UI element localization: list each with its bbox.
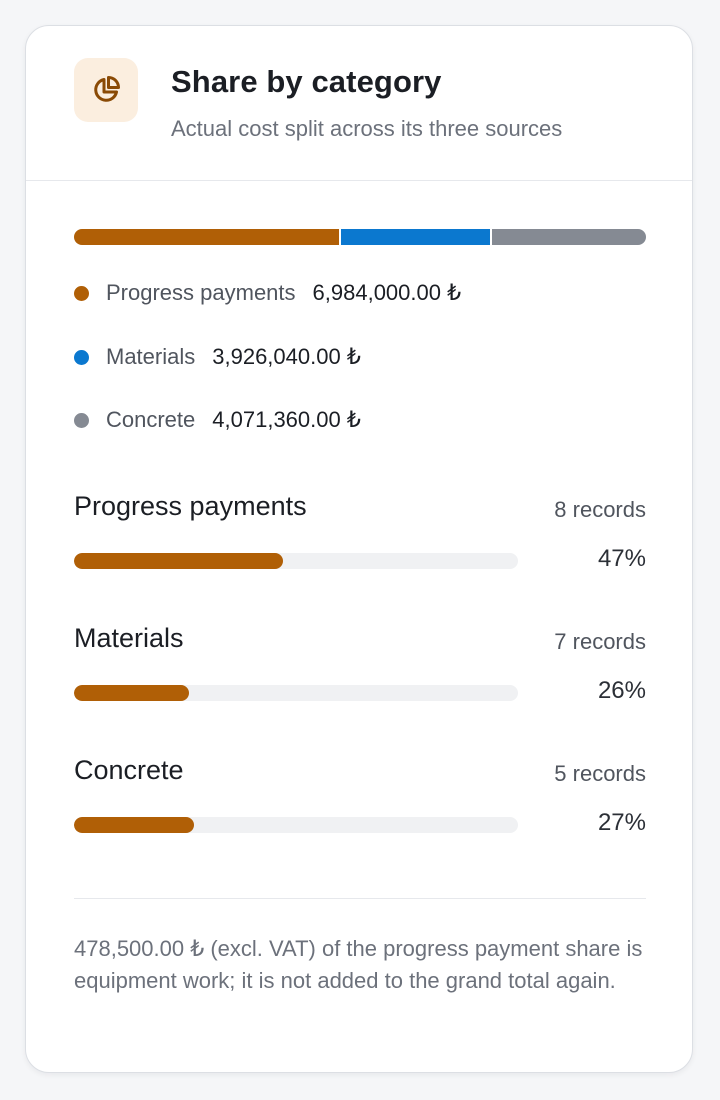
- category-name: Concrete: [74, 755, 184, 785]
- category-percent: 26%: [597, 677, 646, 704]
- category-progress-track: [74, 553, 518, 569]
- category-progress-fill: [74, 817, 194, 833]
- card-subtitle: Actual cost split across its three sourc…: [171, 116, 563, 141]
- category-record-count: 7 records: [554, 629, 646, 654]
- legend-item-concrete: Concrete 4,071,360.00 ₺: [74, 405, 361, 435]
- stack-segment-materials: [340, 229, 490, 245]
- category-row-concrete: Concrete 5 records 27%: [74, 755, 646, 855]
- stack-segment-concrete: [491, 229, 646, 245]
- category-progress-track: [74, 685, 518, 701]
- category-record-count: 8 records: [554, 497, 646, 522]
- share-by-category-card: Share by category Actual cost split acro…: [25, 25, 693, 1073]
- legend-dot: [74, 285, 89, 301]
- category-name: Progress payments: [74, 491, 307, 521]
- category-row-progress-payments: Progress payments 8 records 47%: [74, 491, 646, 591]
- card-title: Share by category: [171, 64, 442, 99]
- legend-dot: [74, 349, 89, 365]
- legend-dot: [74, 412, 89, 428]
- category-percent: 27%: [597, 809, 646, 836]
- legend-item-materials: Materials 3,926,040.00 ₺: [74, 342, 361, 372]
- card-header: Share by category Actual cost split acro…: [26, 26, 692, 181]
- legend-value: 4,071,360.00 ₺: [212, 407, 361, 432]
- legend-label: Progress payments: [106, 280, 296, 305]
- footnote-text: 478,500.00 ₺ (excl. VAT) of the progress…: [74, 936, 643, 993]
- category-row-materials: Materials 7 records 26%: [74, 623, 646, 723]
- legend-label: Materials: [106, 344, 196, 369]
- stacked-share-bar: [74, 229, 646, 245]
- category-name: Materials: [74, 623, 184, 653]
- category-progress-fill: [74, 553, 283, 569]
- footer-divider: [74, 898, 646, 899]
- legend-value: 6,984,000.00 ₺: [312, 280, 462, 305]
- category-percent: 47%: [597, 545, 646, 572]
- stack-segment-progress-payments: [74, 229, 339, 245]
- category-progress-track: [74, 817, 518, 833]
- legend-value: 3,926,040.00 ₺: [212, 344, 361, 369]
- category-progress-fill: [74, 685, 190, 701]
- legend-label: Concrete: [106, 407, 196, 432]
- legend-item-progress-payments: Progress payments 6,984,000.00 ₺: [74, 278, 461, 308]
- pie-chart-icon: [74, 58, 138, 122]
- category-record-count: 5 records: [554, 761, 646, 786]
